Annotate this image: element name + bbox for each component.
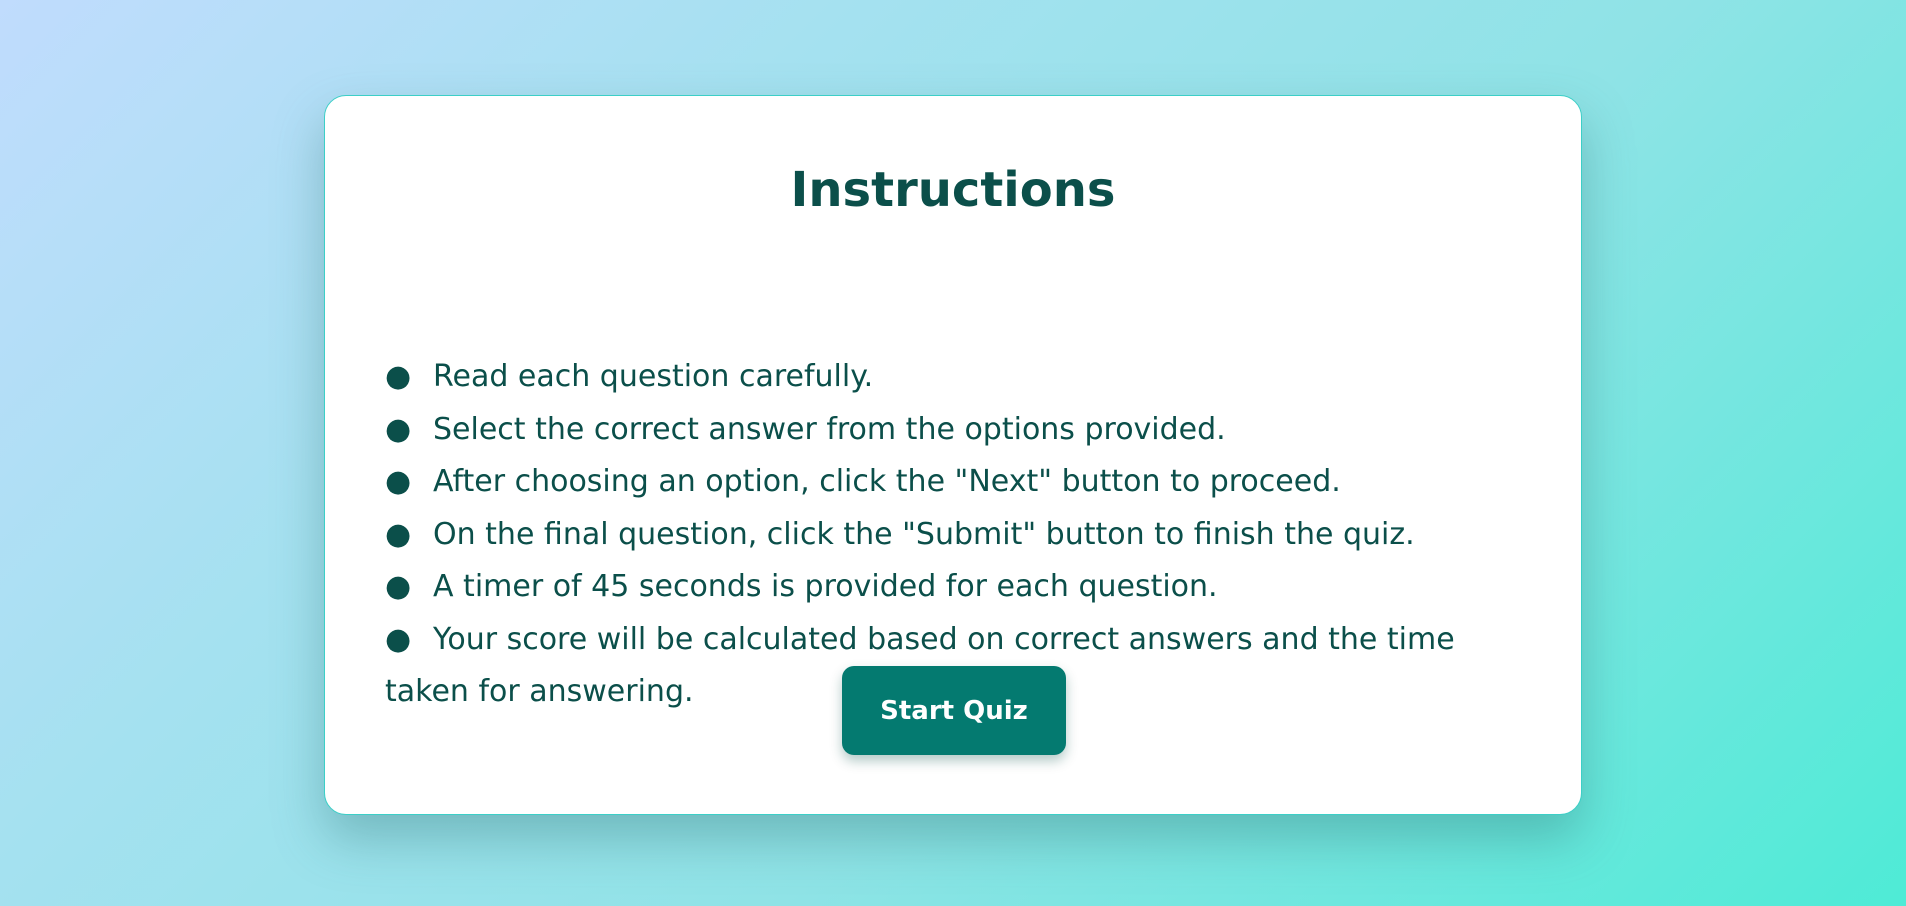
- page-title: Instructions: [790, 162, 1116, 218]
- list-item: ● Select the correct answer from the opti…: [385, 404, 1485, 457]
- bullet-icon: ●: [385, 411, 412, 447]
- list-item: ● After choosing an option, click the "Ne…: [385, 456, 1485, 509]
- instructions-list: ● Read each question carefully. ● Select t…: [385, 351, 1485, 719]
- instructions-card: Instructions ● Read each question careful…: [324, 95, 1582, 815]
- list-item-text: After choosing an option, click the "Nex…: [433, 464, 1341, 499]
- list-item: ● On the final question, click the "Submi…: [385, 509, 1485, 562]
- bullet-icon: ●: [385, 516, 412, 552]
- list-item: ● A timer of 45 seconds is provided for e…: [385, 561, 1485, 614]
- list-item-text: Read each question carefully.: [433, 359, 874, 394]
- start-quiz-button[interactable]: Start Quiz: [842, 666, 1066, 755]
- list-item: ● Read each question carefully.: [385, 351, 1485, 404]
- list-item-text: Select the correct answer from the optio…: [433, 411, 1226, 447]
- bullet-icon: ●: [385, 621, 412, 657]
- bullet-icon: ●: [385, 464, 412, 499]
- bullet-icon: ●: [385, 569, 412, 604]
- list-item-text: A timer of 45 seconds is provided for ea…: [433, 569, 1218, 604]
- bullet-icon: ●: [385, 359, 412, 394]
- list-item-text: On the final question, click the "Submit…: [433, 516, 1415, 552]
